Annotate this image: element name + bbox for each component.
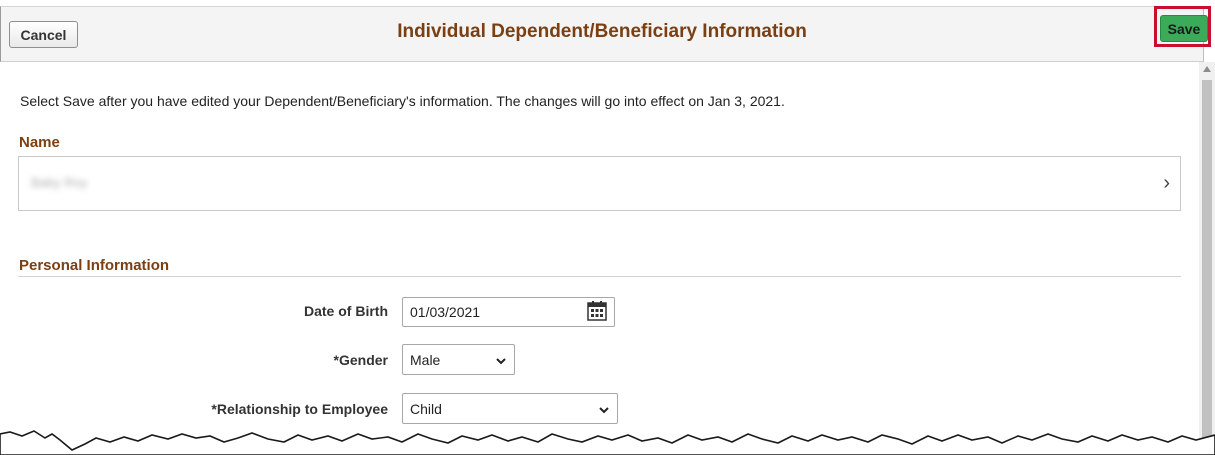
calendar-icon[interactable]	[586, 300, 608, 322]
gender-label: *Gender	[333, 352, 388, 368]
dependent-name: Baby Roy	[31, 175, 88, 190]
torn-edge-decoration	[0, 430, 1215, 455]
section-divider	[18, 276, 1181, 277]
scroll-thumb[interactable]	[1202, 80, 1212, 455]
gender-select[interactable]: Male	[402, 344, 515, 375]
relationship-label: *Relationship to Employee	[211, 401, 388, 417]
date-of-birth-value: 01/03/2021	[410, 304, 481, 320]
gender-value: Male	[410, 351, 441, 368]
chevron-down-icon	[599, 407, 609, 414]
page-title: Individual Dependent/Beneficiary Informa…	[397, 21, 807, 42]
personal-info-section-title: Personal Information	[19, 257, 170, 274]
instruction-text: Select Save after you have edited your D…	[20, 93, 785, 109]
cancel-button[interactable]: Cancel	[9, 21, 78, 48]
name-section-title: Name	[19, 134, 60, 151]
date-of-birth-label: Date of Birth	[304, 303, 388, 319]
page-header: Cancel Individual Dependent/Beneficiary …	[0, 6, 1204, 62]
chevron-right-icon: ›	[1163, 172, 1170, 194]
save-button[interactable]: Save	[1160, 15, 1208, 42]
relationship-value: Child	[410, 400, 442, 417]
date-of-birth-input[interactable]: 01/03/2021	[402, 297, 615, 327]
name-row[interactable]: Baby Roy ›	[18, 156, 1181, 211]
vertical-scrollbar[interactable]	[1199, 62, 1215, 455]
scroll-up-arrow-icon[interactable]	[1203, 66, 1211, 72]
chevron-down-icon	[496, 358, 506, 365]
page: Cancel Individual Dependent/Beneficiary …	[0, 0, 1215, 455]
